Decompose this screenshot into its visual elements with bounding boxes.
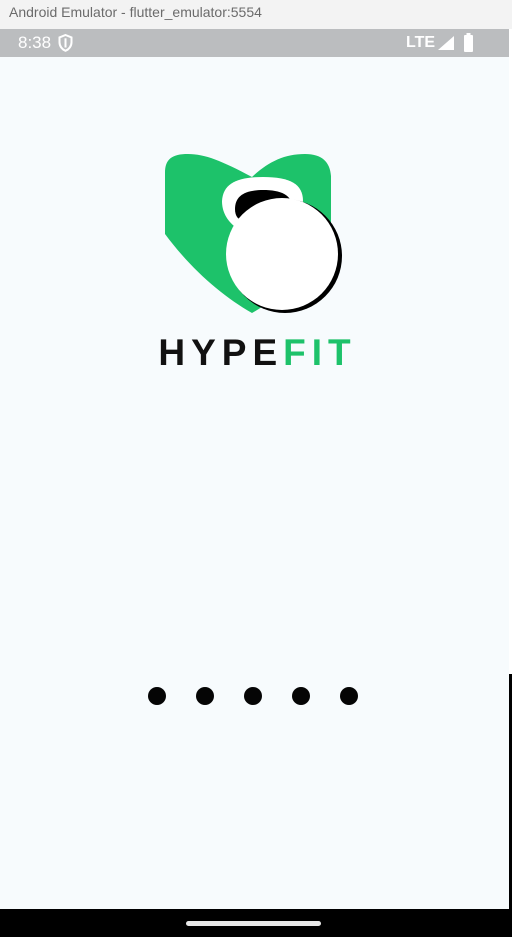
network-type-label: LTE — [406, 34, 436, 51]
window-title: Android Emulator - flutter_emulator:5554 — [9, 4, 262, 20]
loading-dot — [292, 687, 310, 705]
status-time: 8:38 — [18, 33, 52, 52]
shield-icon — [58, 34, 73, 52]
brand-name: HYPEFIT — [0, 334, 509, 372]
android-status-bar: 8:38 LTE — [0, 29, 509, 57]
brand-name-fit: FIT — [283, 332, 357, 373]
loading-dot — [148, 687, 166, 705]
loading-dot — [196, 687, 214, 705]
android-navigation-bar — [0, 909, 512, 937]
loading-dot — [244, 687, 262, 705]
loading-dot — [340, 687, 358, 705]
signal-icon — [438, 36, 454, 50]
brand-name-hype: HYPE — [158, 332, 284, 373]
window-title-bar: Android Emulator - flutter_emulator:5554 — [0, 0, 512, 29]
heart-kettlebell-logo-icon — [165, 154, 342, 313]
battery-icon — [464, 33, 473, 52]
home-gesture-handle[interactable] — [186, 921, 321, 926]
loading-indicator — [148, 687, 358, 706]
